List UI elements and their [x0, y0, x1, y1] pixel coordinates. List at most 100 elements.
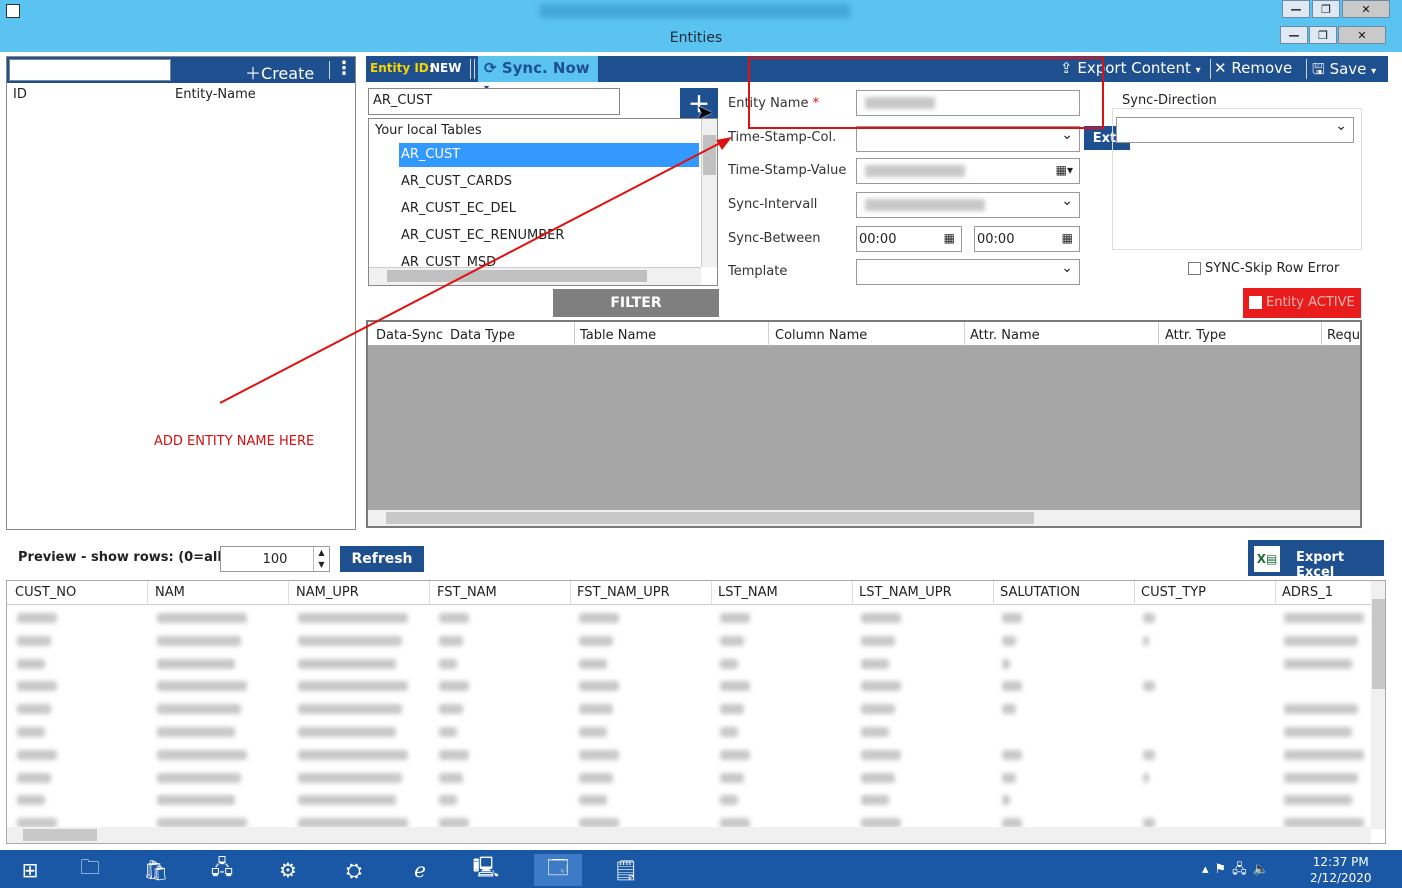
blurred-cell	[157, 795, 235, 806]
column-header[interactable]: NAM	[155, 585, 185, 600]
preview-grid[interactable]: CUST_NO NAM NAM_UPR FST_NAM FST_NAM_UPR …	[6, 580, 1386, 844]
arrow-line	[219, 141, 723, 404]
column-header[interactable]: FST_NAM_UPR	[577, 585, 670, 600]
blurred-cell	[720, 772, 744, 783]
scroll-thumb[interactable]	[1372, 599, 1385, 689]
server-manager-icon[interactable]: 🖧	[198, 854, 246, 886]
blurred-cell	[861, 704, 895, 715]
blurred-cell	[157, 749, 247, 760]
column-header[interactable]: LST_NAM_UPR	[859, 585, 952, 600]
arrow-head	[716, 137, 732, 150]
stepper-arrows[interactable]: ▲ ▼	[313, 547, 329, 571]
blurred-cell	[17, 772, 51, 783]
remote-app-icon[interactable]: 🖳	[462, 854, 510, 886]
blurred-cell	[720, 795, 738, 806]
clock-date: 2/12/2020	[1310, 871, 1372, 885]
blurred-cell	[439, 704, 463, 715]
entities-app-icon[interactable]: 🗔	[534, 854, 582, 886]
blurred-cell	[439, 772, 463, 783]
blurred-cell	[439, 635, 463, 646]
column-header[interactable]: NAM_UPR	[296, 585, 359, 600]
scroll-thumb[interactable]	[23, 829, 97, 841]
file-explorer-icon[interactable]: 🗀	[66, 854, 114, 886]
blurred-cell	[439, 681, 469, 692]
column-header[interactable]: CUST_TYP	[1141, 585, 1206, 600]
column-header[interactable]: ADRS_1	[1282, 585, 1333, 600]
blurred-cell	[17, 727, 45, 737]
excel-icon: X▤	[1254, 546, 1280, 572]
column-header[interactable]: CUST_NO	[15, 585, 76, 600]
blurred-cell	[1002, 749, 1022, 760]
blurred-cell	[157, 613, 247, 623]
blurred-cell	[1284, 613, 1364, 623]
blurred-cell	[1143, 613, 1155, 623]
blurred-cell	[861, 749, 901, 760]
clock-time: 12:37 PM	[1312, 855, 1369, 869]
blurred-cell	[1002, 704, 1016, 715]
network-app-icon[interactable]: ⛭	[330, 854, 378, 886]
blurred-cell	[579, 658, 607, 669]
blurred-cell	[157, 704, 241, 715]
blurred-cell	[17, 795, 45, 806]
blurred-cell	[861, 727, 889, 737]
export-excel-button[interactable]: X▤ Export Excel	[1248, 540, 1384, 580]
column-separator	[993, 581, 994, 605]
blurred-cell	[1002, 635, 1016, 646]
preview-rows-stepper[interactable]: 100 ▲ ▼	[220, 546, 330, 572]
blurred-cell	[17, 749, 57, 760]
blurred-cell	[157, 727, 235, 737]
column-separator	[429, 581, 430, 605]
column-separator	[711, 581, 712, 605]
column-separator	[570, 581, 571, 605]
blurred-cell	[1143, 681, 1155, 692]
preview-label: Preview - show rows: (0=all)	[18, 550, 228, 565]
system-tray-icons[interactable]: ▴⚑🖧🔈	[1202, 860, 1275, 882]
blurred-cell	[861, 658, 889, 669]
column-header[interactable]: FST_NAM	[437, 585, 497, 600]
blurred-cell	[298, 704, 402, 715]
blurred-cell	[298, 727, 396, 737]
clock[interactable]: 12:37 PM 2/12/2020	[1310, 854, 1372, 886]
blurred-cell	[861, 772, 895, 783]
blurred-cell	[157, 681, 247, 692]
taskbar: ⊞ 🗀 🛍 🖧 ⚙ ⛭ ℯ 🖳 🗔 🗒 ▴⚑🖧🔈 12:37 PM 2/12/2…	[0, 850, 1402, 888]
blurred-cell	[17, 613, 57, 623]
column-header[interactable]: LST_NAM	[718, 585, 778, 600]
blurred-cell	[17, 635, 51, 646]
blurred-cell	[1284, 635, 1358, 646]
blurred-cell	[157, 635, 241, 646]
preview-horizontal-scrollbar[interactable]	[7, 827, 1371, 843]
blurred-cell	[579, 681, 619, 692]
blurred-cell	[439, 613, 469, 623]
blurred-cell	[1002, 681, 1022, 692]
app-icon[interactable]: ⚙	[264, 854, 312, 886]
blurred-cell	[439, 749, 469, 760]
preview-rows	[7, 605, 1371, 829]
export-excel-label: Export Excel	[1296, 550, 1345, 580]
blurred-cell	[1143, 772, 1149, 783]
blurred-cell	[17, 658, 45, 669]
internet-explorer-icon[interactable]: ℯ	[396, 854, 444, 886]
blurred-cell	[579, 704, 613, 715]
column-separator	[147, 581, 148, 605]
blurred-cell	[1284, 658, 1352, 669]
blurred-cell	[1284, 749, 1364, 760]
blurred-cell	[298, 613, 408, 623]
blurred-cell	[579, 635, 613, 646]
blurred-cell	[17, 704, 51, 715]
blurred-cell	[1143, 749, 1155, 760]
refresh-button[interactable]: Refresh	[340, 546, 424, 572]
blurred-cell	[1002, 613, 1022, 623]
column-header[interactable]: SALUTATION	[1000, 585, 1080, 600]
blurred-cell	[720, 635, 744, 646]
store-icon[interactable]: 🛍	[132, 854, 180, 886]
blurred-cell	[579, 795, 607, 806]
start-icon[interactable]: ⊞	[6, 854, 54, 886]
blurred-cell	[720, 749, 750, 760]
notes-app-icon[interactable]: 🗒	[602, 854, 650, 886]
column-separator	[852, 581, 853, 605]
blurred-cell	[298, 658, 396, 669]
blurred-cell	[439, 727, 457, 737]
blurred-cell	[720, 704, 744, 715]
preview-vertical-scrollbar[interactable]	[1371, 581, 1385, 829]
